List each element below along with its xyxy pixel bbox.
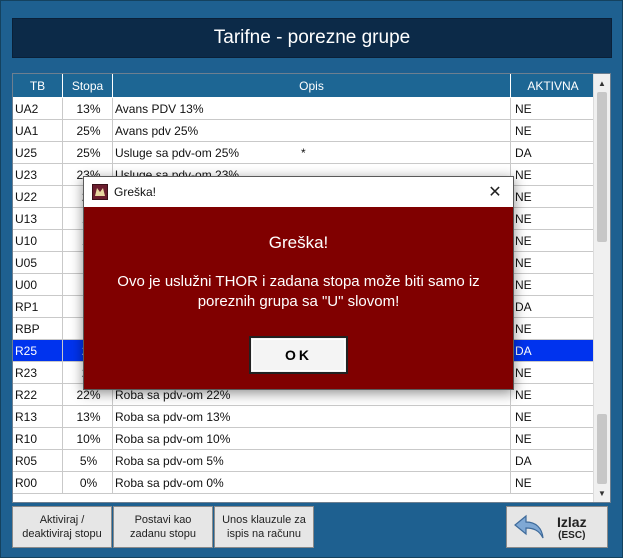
exit-button[interactable]: Izlaz (ESC)	[506, 506, 608, 548]
dialog-title: Greška!	[114, 185, 157, 199]
cell-stopa: 10%	[63, 428, 113, 449]
cell-opis: Roba sa pdv-om 13%	[113, 406, 511, 427]
table-row[interactable]: R10 10% Roba sa pdv-om 10% NE	[13, 428, 595, 450]
cell-aktivna: NE	[515, 255, 532, 270]
cell-stopa: 25%	[63, 142, 113, 163]
cell-tb: U23	[13, 164, 63, 185]
cell-aktivna: DA	[515, 299, 532, 314]
cell-aktivna: NE	[515, 409, 532, 424]
scroll-thumb[interactable]	[597, 92, 607, 242]
cell-aktivna: NE	[515, 233, 532, 248]
cell-tb: R05	[13, 450, 63, 471]
cell-aktivna: NE	[515, 211, 532, 226]
cell-aktivna: NE	[515, 431, 532, 446]
cell-opis: Roba sa pdv-om 0%	[113, 472, 511, 493]
scroll-up-icon[interactable]: ▲	[594, 75, 610, 91]
cell-stopa: 13%	[63, 406, 113, 427]
cell-aktivna: NE	[515, 277, 532, 292]
cell-aktivna: NE	[515, 321, 532, 336]
cell-aktivna: NE	[515, 123, 532, 138]
cell-aktivna: NE	[515, 475, 532, 490]
cell-tb: RP1	[13, 296, 63, 317]
cell-opis: Avans pdv 25%	[113, 120, 511, 141]
cell-aktivna: NE	[515, 101, 532, 116]
thor-app-icon	[92, 184, 108, 200]
window-title: Tarifne - porezne grupe	[12, 18, 612, 58]
cell-tb: U25	[13, 142, 63, 163]
cell-tb: U05	[13, 252, 63, 273]
cell-tb: R13	[13, 406, 63, 427]
activate-toggle-button[interactable]: Aktiviraj / deaktiviraj stopu	[12, 506, 112, 548]
cell-tb: R23	[13, 362, 63, 383]
table-row[interactable]: R05 5% Roba sa pdv-om 5% DA	[13, 450, 595, 472]
bottom-toolbar: Aktiviraj / deaktiviraj stopu Postavi ka…	[12, 506, 314, 552]
header-stopa[interactable]: Stopa	[63, 74, 113, 98]
cell-tb: R00	[13, 472, 63, 493]
cell-tb: U10	[13, 230, 63, 251]
cell-opis: Avans PDV 13%	[113, 98, 511, 119]
dialog-heading: Greška!	[268, 233, 329, 252]
exit-shortcut: (ESC)	[558, 529, 586, 541]
invoice-clause-button[interactable]: Unos klauzule za ispis na računu	[214, 506, 314, 548]
cell-opis: Roba sa pdv-om 5%	[113, 450, 511, 471]
cell-tb: R22	[13, 384, 63, 405]
cell-tb: UA1	[13, 120, 63, 141]
cell-tb: U13	[13, 208, 63, 229]
dialog-titlebar: Greška! ✕	[84, 177, 513, 207]
scroll-track-shadow	[597, 414, 607, 484]
table-row[interactable]: UA1 25% Avans pdv 25% NE	[13, 120, 595, 142]
header-tb[interactable]: TB	[13, 74, 63, 98]
cell-tb: R10	[13, 428, 63, 449]
cell-aktivna: DA	[515, 343, 532, 358]
default-rate-mark: *	[301, 145, 306, 160]
table-row[interactable]: R13 13% Roba sa pdv-om 13% NE	[13, 406, 595, 428]
dialog-message: Ovo je uslužni THOR i zadana stopa može …	[117, 273, 480, 310]
header-opis[interactable]: Opis	[113, 74, 511, 98]
tax-groups-window: Tarifne - porezne grupe TB Stopa Opis AK…	[0, 0, 623, 558]
cell-tb: R25	[13, 340, 63, 361]
table-row[interactable]: R00 0% Roba sa pdv-om 0% NE	[13, 472, 595, 494]
exit-label: Izlaz	[557, 513, 587, 530]
scroll-down-icon[interactable]: ▼	[594, 485, 610, 501]
cell-tb: U22	[13, 186, 63, 207]
exit-text: Izlaz (ESC)	[557, 514, 587, 541]
cell-stopa: 25%	[63, 120, 113, 141]
cell-aktivna: NE	[515, 189, 532, 204]
cell-aktivna: DA	[515, 453, 532, 468]
cell-aktivna: NE	[515, 387, 532, 402]
grid-header: TB Stopa Opis AKTIVNA	[13, 74, 595, 98]
header-aktivna[interactable]: AKTIVNA	[511, 74, 595, 98]
table-row[interactable]: UA2 13% Avans PDV 13% NE	[13, 98, 595, 120]
close-icon[interactable]: ✕	[485, 182, 505, 202]
undo-arrow-icon	[514, 514, 544, 539]
cell-stopa: 0%	[63, 472, 113, 493]
cell-aktivna: NE	[515, 365, 532, 380]
cell-tb: U00	[13, 274, 63, 295]
cell-aktivna: DA	[515, 145, 532, 160]
cell-opis: Usluge sa pdv-om 25% *	[113, 142, 511, 163]
table-row[interactable]: U25 25% Usluge sa pdv-om 25% * DA	[13, 142, 595, 164]
ok-button[interactable]: OK	[249, 336, 348, 374]
cell-tb: RBP	[13, 318, 63, 339]
cell-stopa: 13%	[63, 98, 113, 119]
error-dialog: Greška! ✕ Greška! Ovo je uslužni THOR i …	[83, 176, 514, 390]
vertical-scrollbar[interactable]: ▲ ▼	[593, 74, 610, 502]
cell-opis: Roba sa pdv-om 10%	[113, 428, 511, 449]
cell-aktivna: NE	[515, 167, 532, 182]
cell-stopa: 5%	[63, 450, 113, 471]
set-default-rate-button[interactable]: Postavi kao zadanu stopu	[113, 506, 213, 548]
cell-tb: UA2	[13, 98, 63, 119]
